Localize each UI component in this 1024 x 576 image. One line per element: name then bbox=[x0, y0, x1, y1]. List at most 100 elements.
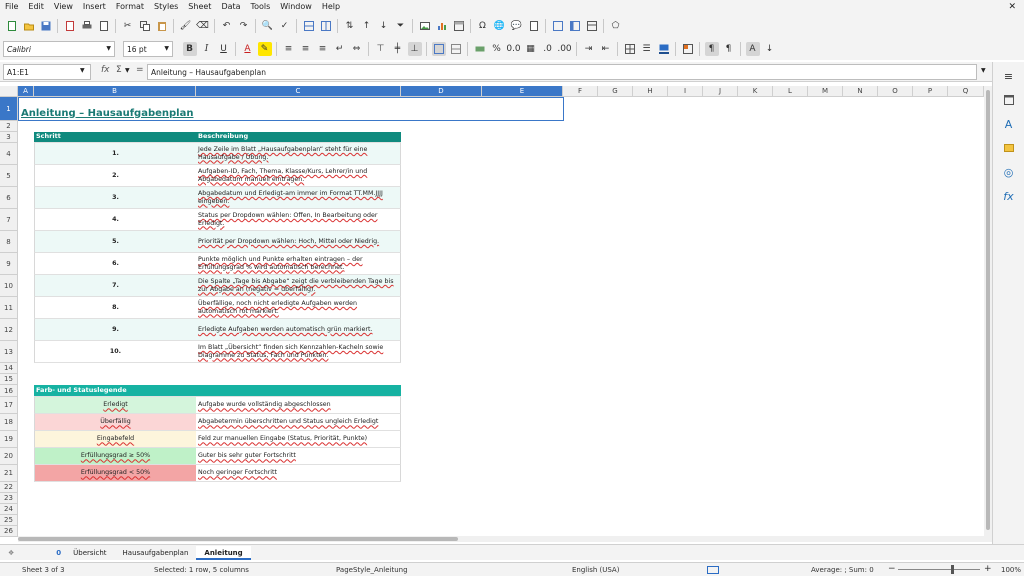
borders-icon[interactable] bbox=[623, 42, 637, 56]
clear-formatting-icon[interactable]: ⌫ bbox=[196, 19, 210, 33]
zoom-out-icon[interactable]: − bbox=[888, 564, 896, 574]
font-size-combo[interactable]: 16 pt ▼ bbox=[123, 41, 173, 57]
menu-edit[interactable]: Edit bbox=[23, 0, 49, 14]
border-color-icon[interactable] bbox=[657, 42, 671, 56]
step-description[interactable]: Priorität per Dropdown wählen: Hoch, Mit… bbox=[196, 231, 401, 253]
zoom-slider[interactable] bbox=[898, 569, 980, 570]
font-name-combo[interactable]: Calibri ▼ bbox=[3, 41, 115, 57]
row-header-21[interactable]: 21 bbox=[0, 465, 18, 482]
legend-description[interactable]: Guter bis sehr guter Fortschritt bbox=[196, 448, 401, 465]
row-header-11[interactable]: 11 bbox=[0, 297, 18, 319]
header-description[interactable]: Beschreibung bbox=[196, 132, 401, 143]
column-header-c[interactable]: C bbox=[196, 86, 401, 97]
row-header-14[interactable]: 14 bbox=[0, 363, 18, 374]
unmerge-cells-icon[interactable] bbox=[449, 42, 463, 56]
legend-label[interactable]: Erfüllungsgrad < 50% bbox=[34, 465, 196, 482]
functions-icon[interactable]: fx bbox=[1001, 188, 1017, 204]
legend-label[interactable]: Erledigt bbox=[34, 397, 196, 414]
name-box[interactable]: A1:E1 bbox=[3, 64, 91, 80]
split-window-icon[interactable] bbox=[585, 19, 599, 33]
new-icon[interactable] bbox=[5, 19, 19, 33]
align-top-icon[interactable]: ⊤ bbox=[374, 42, 388, 56]
text-direction-ltr-icon[interactable]: A bbox=[745, 42, 760, 56]
chevron-down-icon[interactable]: ▼ bbox=[125, 67, 130, 74]
center-vertically-icon[interactable]: ╪ bbox=[391, 42, 405, 56]
step-description[interactable]: Punkte möglich und Punkte erhalten eintr… bbox=[196, 253, 401, 275]
delete-decimal-icon[interactable]: .00 bbox=[557, 42, 571, 56]
ltr-paragraph-icon[interactable]: ¶ bbox=[704, 42, 719, 56]
navigator-icon[interactable]: ◎ bbox=[1001, 164, 1017, 180]
column-header-d[interactable]: D bbox=[401, 86, 482, 97]
number-format-icon[interactable]: 0.0 bbox=[506, 42, 520, 56]
show-draw-functions-icon[interactable]: ⬠ bbox=[609, 19, 623, 33]
column-header-j[interactable]: J bbox=[703, 86, 738, 97]
special-character-icon[interactable]: Ω bbox=[476, 19, 490, 33]
chevron-down-icon[interactable]: ▼ bbox=[80, 67, 85, 74]
row-header-1[interactable]: 1 bbox=[0, 97, 18, 121]
formula-icon[interactable]: = bbox=[136, 65, 144, 75]
copy-icon[interactable] bbox=[138, 19, 152, 33]
bold-icon[interactable]: B bbox=[182, 42, 197, 56]
legend-label[interactable]: Erfüllungsgrad ≥ 50% bbox=[34, 448, 196, 465]
gallery-icon[interactable] bbox=[1001, 140, 1017, 156]
redo-icon[interactable]: ↷ bbox=[237, 19, 251, 33]
sum-display[interactable]: Average: ; Sum: 0 bbox=[811, 566, 874, 574]
row-header-12[interactable]: 12 bbox=[0, 319, 18, 341]
open-icon[interactable] bbox=[22, 19, 36, 33]
row-header-19[interactable]: 19 bbox=[0, 431, 18, 448]
column-header-h[interactable]: H bbox=[633, 86, 668, 97]
legend-label[interactable]: Eingabefeld bbox=[34, 431, 196, 448]
underline-icon[interactable]: U bbox=[217, 42, 231, 56]
zoom-in-icon[interactable]: + bbox=[984, 564, 992, 574]
sort-ascending-icon[interactable]: ↑ bbox=[360, 19, 374, 33]
column-header-g[interactable]: G bbox=[598, 86, 633, 97]
row-header-3[interactable]: 3 bbox=[0, 132, 18, 143]
page-title[interactable]: Anleitung – Hausaufgabenplan bbox=[18, 97, 564, 121]
legend-description[interactable]: Aufgabe wurde vollständig abgeschlossen bbox=[196, 397, 401, 414]
insert-chart-icon[interactable] bbox=[435, 19, 449, 33]
step-description[interactable]: Jede Zeile im Blatt „Hausaufgabenplan“ s… bbox=[196, 143, 401, 165]
properties-icon[interactable] bbox=[1001, 92, 1017, 108]
header-step[interactable]: Schritt bbox=[34, 132, 196, 143]
rtl-paragraph-icon[interactable]: ¶ bbox=[722, 42, 736, 56]
merge-cells-icon[interactable] bbox=[431, 42, 446, 56]
step-number[interactable]: 6. bbox=[34, 253, 196, 275]
pivot-table-icon[interactable] bbox=[452, 19, 466, 33]
row-header-9[interactable]: 9 bbox=[0, 253, 18, 275]
row-header-4[interactable]: 4 bbox=[0, 143, 18, 165]
step-number[interactable]: 9. bbox=[34, 319, 196, 341]
step-number[interactable]: 5. bbox=[34, 231, 196, 253]
legend-description[interactable]: Feld zur manuellen Eingabe (Status, Prio… bbox=[196, 431, 401, 448]
border-style-icon[interactable]: ☰ bbox=[640, 42, 654, 56]
row-header-26[interactable]: 26 bbox=[0, 526, 18, 537]
freeze-rows-columns-icon[interactable] bbox=[568, 19, 582, 33]
currency-icon[interactable] bbox=[473, 42, 487, 56]
legend-description[interactable]: Abgabetermin überschritten und Status un… bbox=[196, 414, 401, 431]
step-number[interactable]: 4. bbox=[34, 209, 196, 231]
column-header-e[interactable]: E bbox=[482, 86, 563, 97]
row-header-15[interactable]: 15 bbox=[0, 374, 18, 385]
find-replace-icon[interactable]: 🔍 bbox=[261, 19, 275, 33]
align-bottom-icon[interactable]: ⊥ bbox=[407, 42, 422, 56]
row-icon[interactable] bbox=[302, 19, 316, 33]
row-header-18[interactable]: 18 bbox=[0, 414, 18, 431]
sort-icon[interactable]: ⇅ bbox=[343, 19, 357, 33]
step-description[interactable]: Im Blatt „Übersicht“ finden sich Kennzah… bbox=[196, 341, 401, 363]
vertical-scrollbar[interactable] bbox=[984, 86, 992, 542]
styles-icon[interactable]: A bbox=[1001, 116, 1017, 132]
column-header-n[interactable]: N bbox=[843, 86, 878, 97]
column-header-l[interactable]: L bbox=[773, 86, 808, 97]
row-header-8[interactable]: 8 bbox=[0, 231, 18, 253]
autofilter-icon[interactable]: ⏷ bbox=[394, 19, 408, 33]
text-direction-ttb-icon[interactable]: ↓ bbox=[763, 42, 777, 56]
function-wizard-icon[interactable]: fx bbox=[101, 65, 110, 75]
date-format-icon[interactable]: ▦ bbox=[524, 42, 538, 56]
font-color-icon[interactable]: A bbox=[241, 42, 255, 56]
step-number[interactable]: 2. bbox=[34, 165, 196, 187]
row-header-17[interactable]: 17 bbox=[0, 397, 18, 414]
expand-formula-bar-icon[interactable]: ▼ bbox=[981, 67, 986, 74]
sidebar-menu-icon[interactable]: ≡ bbox=[1001, 68, 1017, 84]
merge-center-icon[interactable]: ⇔ bbox=[350, 42, 364, 56]
row-header-5[interactable]: 5 bbox=[0, 165, 18, 187]
cut-icon[interactable]: ✂ bbox=[121, 19, 135, 33]
